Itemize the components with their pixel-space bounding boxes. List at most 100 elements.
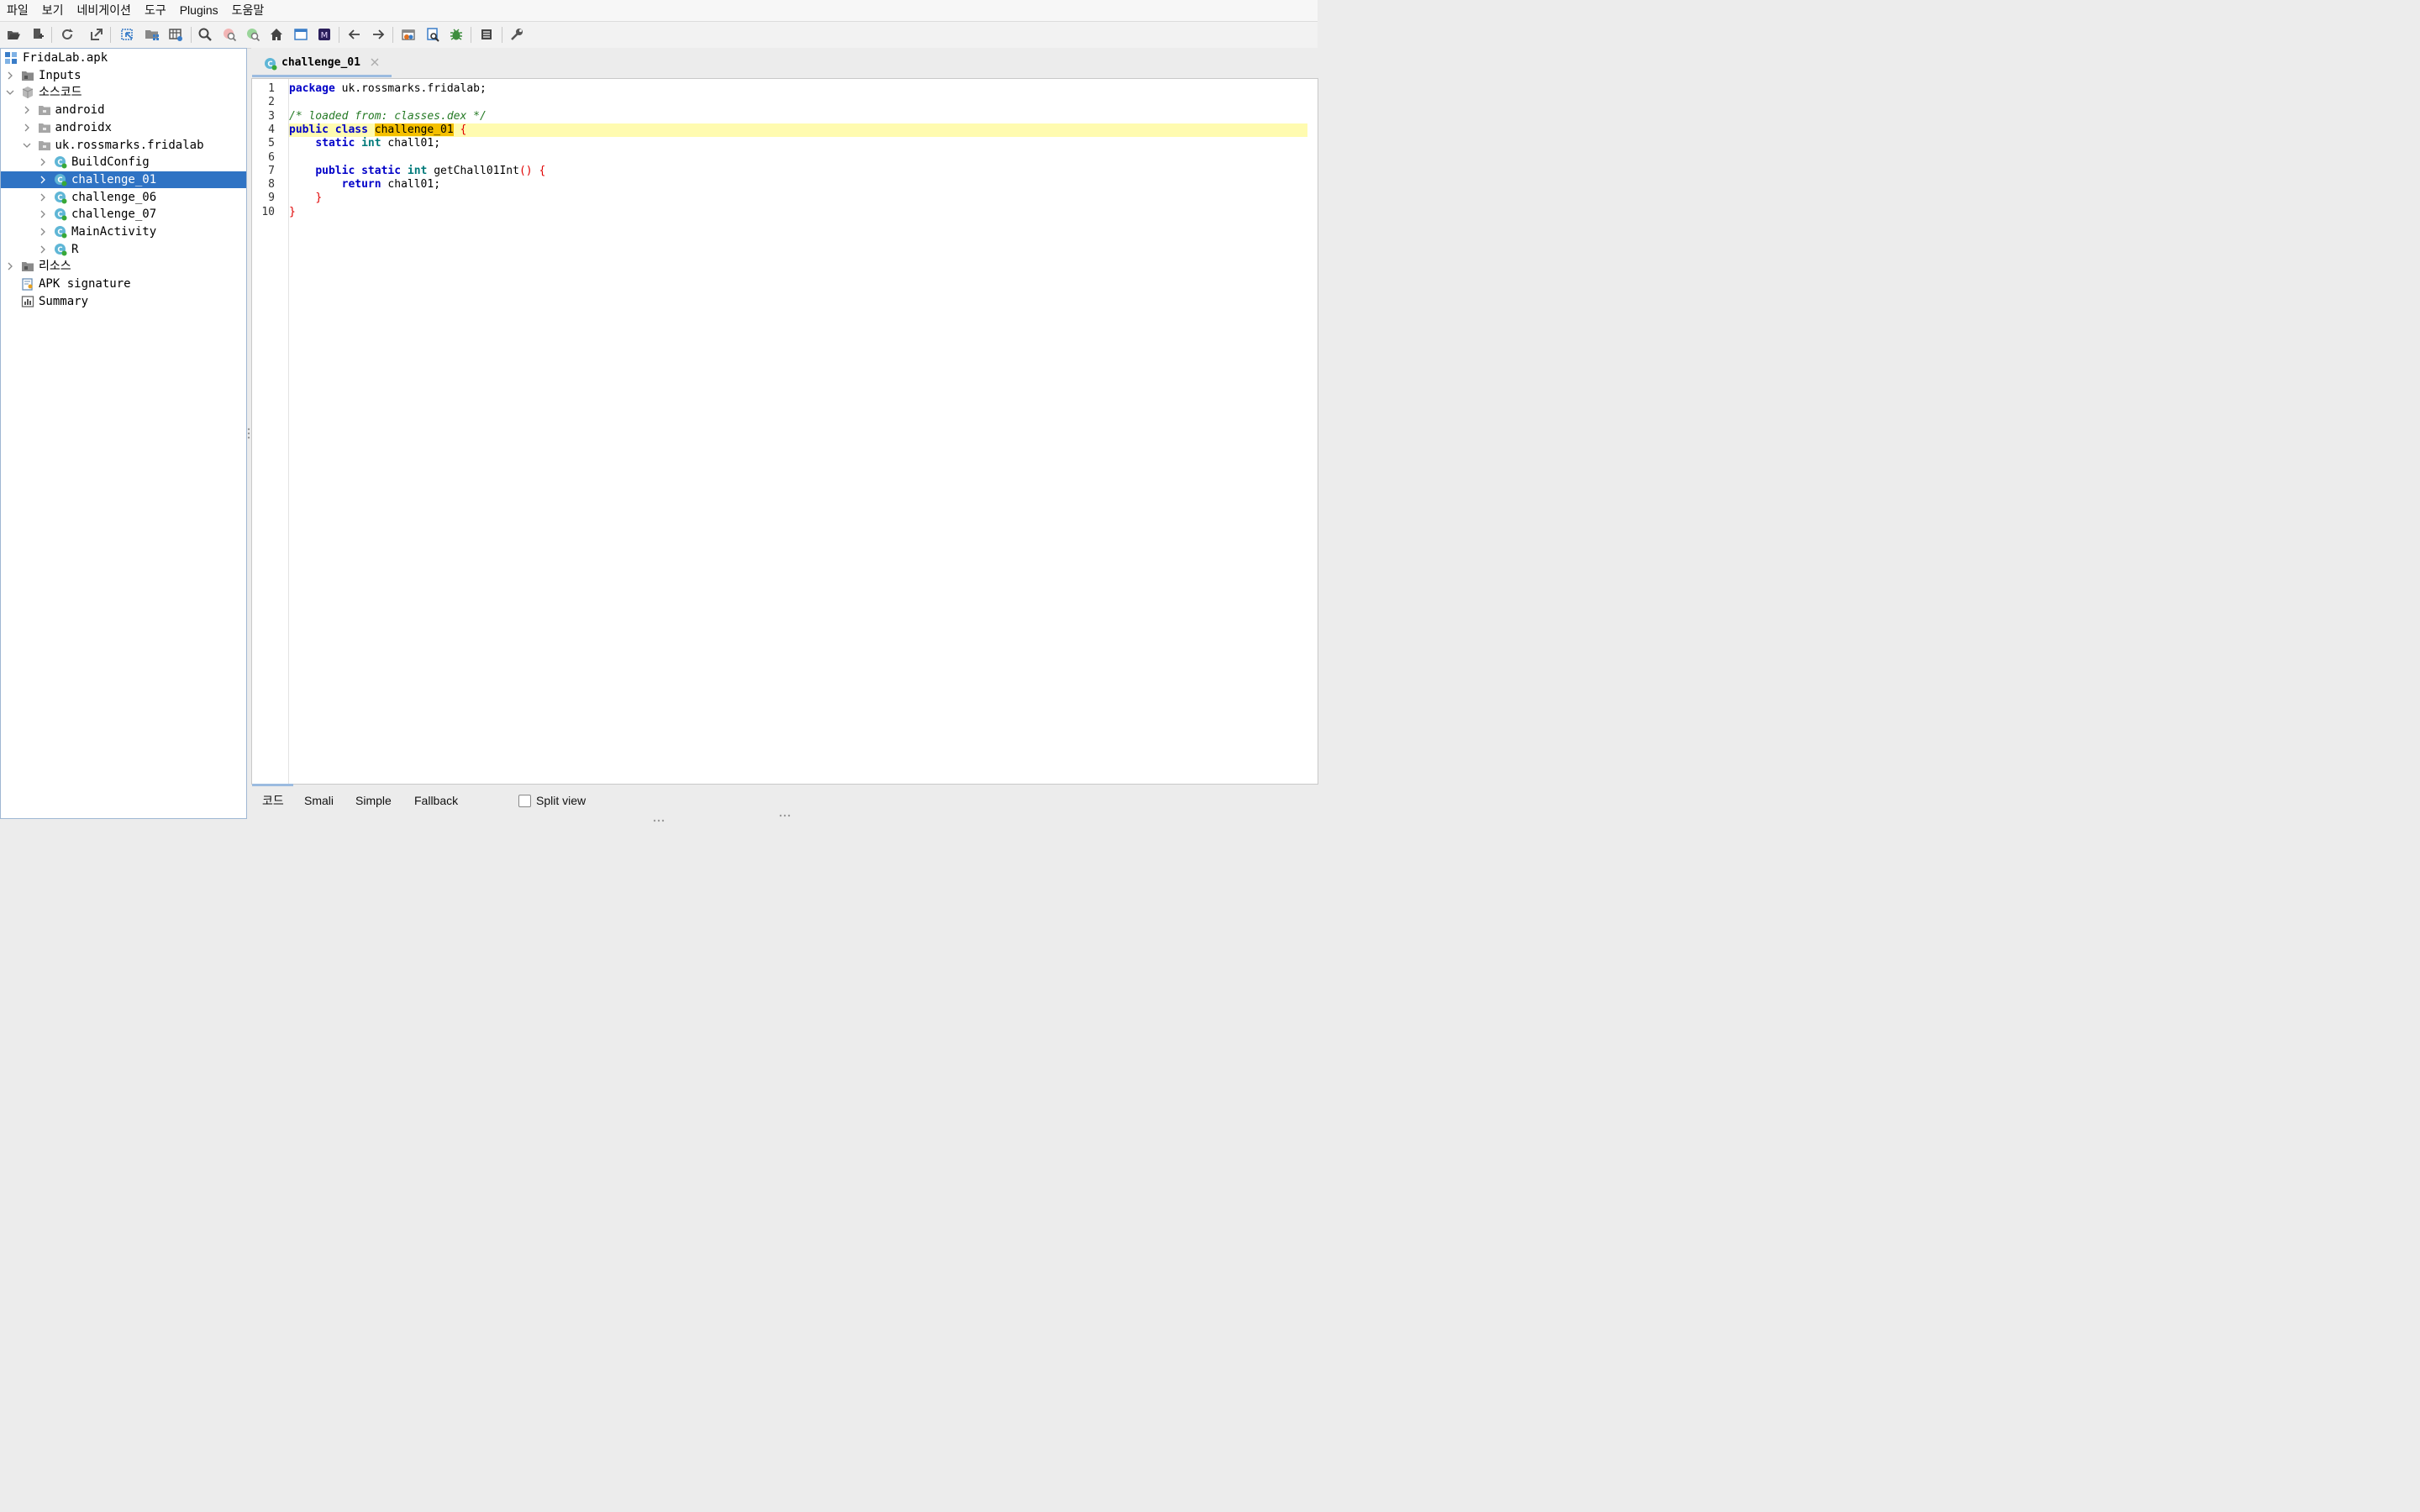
tab-challenge-01[interactable]: C challenge_01 [253, 50, 387, 76]
tree-item-buildconfig[interactable]: C BuildConfig [1, 154, 246, 171]
code-token: public class [289, 123, 368, 136]
class-icon: C [265, 58, 277, 71]
chevron-down-icon[interactable] [6, 87, 14, 98]
splitter-handle[interactable] [247, 427, 250, 440]
bottom-tab-fallback[interactable]: Fallback [414, 792, 458, 809]
code-token: () [518, 164, 533, 177]
window-icon[interactable] [292, 25, 310, 44]
tree-item-label: FridaLab.apk [23, 51, 108, 65]
menu-tools[interactable]: 도구 [138, 0, 173, 21]
split-view-toggle[interactable]: Split view [518, 792, 586, 809]
deobfuscation-icon[interactable] [399, 25, 418, 44]
folder-icon [21, 69, 34, 82]
module-icon[interactable]: M [315, 25, 334, 44]
line-number: 7 [268, 164, 275, 177]
forward-arrow-icon[interactable] [369, 25, 387, 44]
chevron-right-icon[interactable] [6, 70, 14, 81]
active-tab-indicator [252, 75, 392, 77]
tree-item-label: MainActivity [71, 225, 157, 239]
search-icon[interactable] [196, 25, 214, 44]
line-number: 10 [261, 205, 275, 218]
split-view-checkbox[interactable] [518, 794, 531, 807]
tree-item-uk-rossmarks-fridalab[interactable]: uk.rossmarks.fridalab [1, 137, 246, 154]
chevron-right-icon[interactable] [23, 122, 31, 134]
chevron-right-icon[interactable] [23, 104, 31, 116]
bottom-tab-simple[interactable]: Simple [355, 792, 392, 809]
tree-item-challenge-06[interactable]: Cchallenge_06 [1, 189, 246, 206]
tree-item-fridalab-apk[interactable]: FridaLab.apk [1, 50, 246, 66]
bottom-tab-code[interactable]: 코드 [262, 792, 284, 809]
package-folder-icon [38, 139, 51, 152]
certificate-icon [21, 277, 34, 291]
code-line: public class challenge_01 { [289, 123, 1307, 137]
menu-file[interactable]: 파일 [0, 0, 35, 21]
tree-item-소스코드[interactable]: 소스코드 [1, 84, 246, 101]
tree-item-inputs[interactable]: Inputs [1, 67, 246, 84]
tree-item-challenge-07[interactable]: Cchallenge_07 [1, 206, 246, 223]
class-tree-icon[interactable] [143, 25, 161, 44]
editor-area: C challenge_01 1 2 3 4 5 6 7 8 9 10 package uk.ro… [251, 48, 1318, 823]
folder-icon [21, 260, 34, 273]
menu-help[interactable]: 도움말 [225, 0, 271, 21]
open-folder-icon[interactable] [4, 25, 23, 44]
code-line: return chall01; [289, 178, 1307, 192]
menu-navigation[interactable]: 네비게이션 [71, 0, 138, 21]
resize-handle-dots[interactable] [653, 819, 665, 822]
chevron-right-icon[interactable] [39, 226, 47, 238]
tree-item-label: uk.rossmarks.fridalab [55, 138, 204, 152]
bottom-tab-smali[interactable]: Smali [304, 792, 334, 809]
class-icon: C [54, 191, 67, 204]
chevron-right-icon[interactable] [39, 244, 47, 255]
chevron-right-icon[interactable] [39, 156, 47, 168]
line-number: 1 [268, 82, 275, 95]
tree-item-리소스[interactable]: 리소스 [1, 258, 246, 275]
search-text-icon[interactable] [220, 25, 239, 44]
menu-view[interactable]: 보기 [35, 0, 71, 21]
code-view[interactable]: 1 2 3 4 5 6 7 8 9 10 package uk.rossmarks.fridala… [251, 78, 1318, 785]
close-icon[interactable] [370, 57, 380, 67]
chevron-right-icon[interactable] [39, 208, 47, 220]
tree-item-r[interactable]: CR [1, 241, 246, 258]
code-token: package [289, 82, 335, 95]
chevron-right-icon[interactable] [39, 192, 47, 203]
home-icon[interactable] [267, 25, 286, 44]
package-folder-icon [38, 121, 51, 134]
chevron-right-icon[interactable] [39, 174, 47, 186]
export-icon[interactable] [87, 25, 106, 44]
back-arrow-icon[interactable] [345, 25, 364, 44]
debug-bug-icon[interactable] [447, 25, 466, 44]
menu-plugins[interactable]: Plugins [173, 0, 225, 21]
tree-item-apk-signature[interactable]: APK signature [1, 276, 246, 292]
line-number: 9 [268, 192, 275, 205]
chevron-right-icon[interactable] [6, 260, 14, 272]
search-usage-icon[interactable] [244, 25, 262, 44]
tree-item-label: challenge_07 [71, 207, 157, 222]
tree-item-androidx[interactable]: androidx [1, 119, 246, 136]
tree-item-label: Inputs [39, 68, 82, 82]
resize-handle-dots[interactable] [779, 814, 791, 817]
jump-to-icon[interactable] [118, 25, 137, 44]
sync-icon[interactable] [58, 25, 76, 44]
tree-item-challenge-01[interactable]: Cchallenge_01 [1, 171, 246, 188]
tree-item-label: Summary [39, 294, 89, 308]
toolbar: M [0, 22, 1318, 49]
chevron-down-icon[interactable] [23, 139, 31, 151]
tree-item-label: 리소스 [39, 260, 71, 274]
class-icon: C [54, 243, 67, 256]
tree-item-mainactivity[interactable]: C MainActivity [1, 223, 246, 240]
log-viewer-icon[interactable] [477, 25, 496, 44]
preferences-wrench-icon[interactable] [508, 25, 526, 44]
tree-item-label: challenge_06 [71, 190, 157, 204]
add-files-icon[interactable] [29, 25, 47, 44]
code-line: } [289, 192, 1307, 205]
class-icon: C [54, 155, 67, 169]
table-icon[interactable] [166, 25, 185, 44]
decompile-icon[interactable] [424, 25, 442, 44]
tree-item-summary[interactable]: Summary [1, 293, 246, 310]
tree-item-android[interactable]: android [1, 102, 246, 118]
